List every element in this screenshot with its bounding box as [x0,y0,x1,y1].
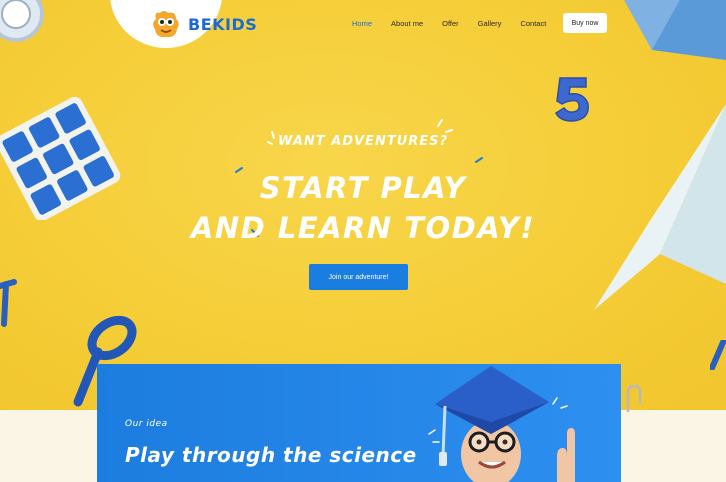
hero-headline: START PLAY AND LEARN TODAY! [0,168,726,248]
nav-item-about-me[interactable]: About me [391,19,423,28]
graduate-kid-illustration [428,366,575,482]
blue-paper-icon [624,0,726,60]
nav-item-gallery[interactable]: Gallery [478,19,502,28]
monster-mascot-icon [153,11,179,38]
our-idea-card: Our idea Play through the science [97,364,621,482]
binder-clip-icon [626,384,642,412]
brand-logo[interactable]: BEKIDS [150,9,257,39]
nav-item-home[interactable]: Home [352,19,372,28]
our-idea-title: Play through the science [125,443,417,467]
blue-clip-icon [0,279,17,327]
hero-eyebrow: WANT ADVENTURES? [277,134,449,149]
buy-now-button[interactable]: Buy now [563,13,607,33]
our-idea-kicker: Our idea [125,419,168,429]
dial-toy-icon [0,0,44,42]
nav-item-offer[interactable]: Offer [442,19,459,28]
join-adventure-button[interactable]: Join our adventure! [309,264,408,290]
hero-section: BEKIDS Home About me Offer Gallery Conta… [0,0,726,410]
nav-item-contact[interactable]: Contact [520,19,546,28]
blue-marker-icon [710,340,726,370]
hero-headline-line-2: AND LEARN TODAY! [190,211,536,245]
brand-name: BEKIDS [188,14,258,34]
main-navigation: Home About me Offer Gallery Contact [352,19,565,28]
hero-headline-line-1: START PLAY [259,171,467,205]
